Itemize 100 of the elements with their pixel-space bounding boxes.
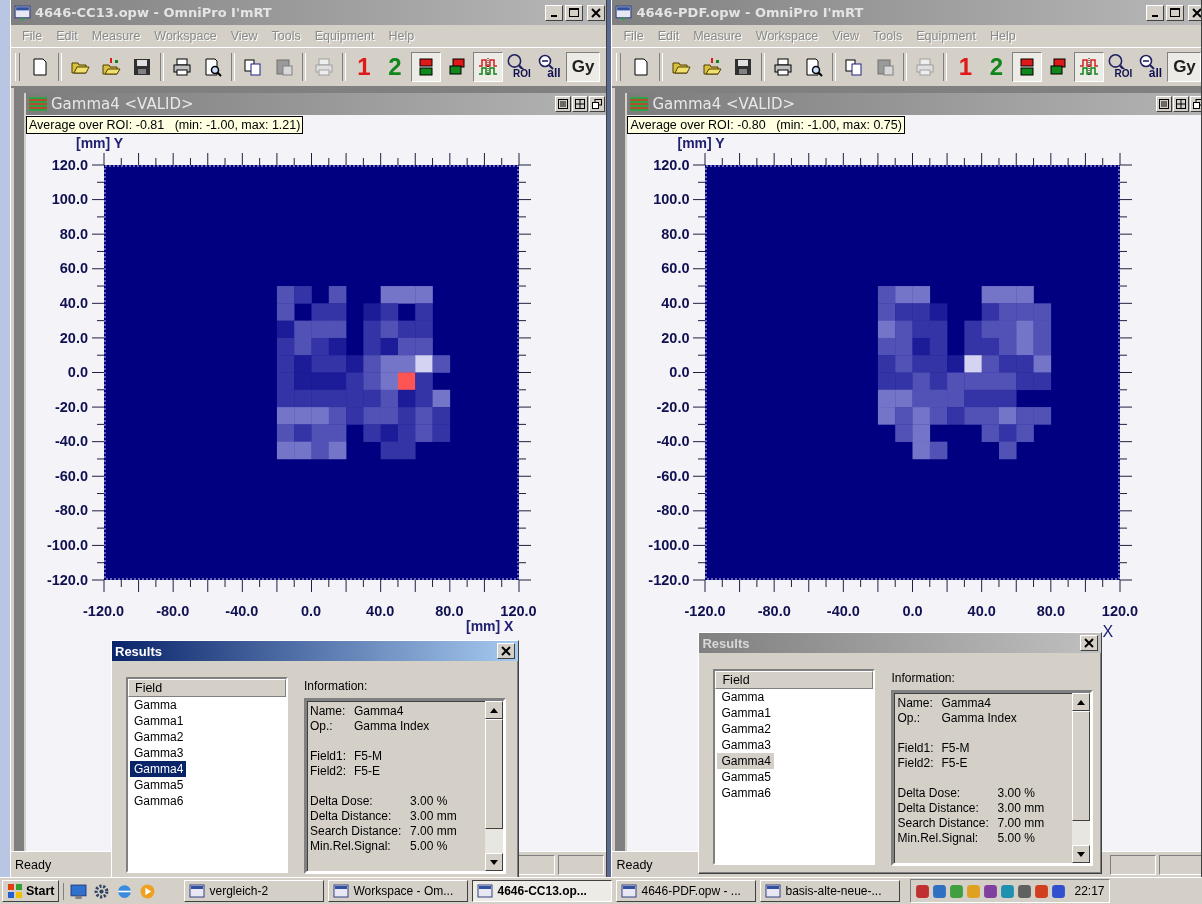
list-item[interactable]: Gamma3 [717, 737, 774, 753]
unit-button[interactable]: Gy [1167, 52, 1201, 82]
taskbar-button[interactable]: 4646-PDF.opw - ... [616, 880, 757, 902]
browser-icon[interactable] [116, 882, 134, 900]
x-tick-label: -120.0 [82, 603, 126, 620]
down-arrow-icon [490, 859, 498, 865]
restore-button[interactable] [589, 96, 605, 112]
maximize-button[interactable] [1166, 4, 1185, 21]
tray-icon[interactable] [983, 883, 999, 899]
list-item[interactable]: Gamma1 [130, 713, 187, 729]
list-item[interactable]: Gamma4 [130, 761, 187, 777]
y-axis-label: [mm] Y [76, 135, 125, 151]
maximize-button[interactable] [565, 4, 583, 21]
y-tick-label: -120.0 [647, 570, 690, 590]
minimize-icon [551, 14, 557, 17]
list-item[interactable]: Gamma5 [717, 769, 774, 785]
y-tick-label: -80.0 [655, 501, 690, 521]
gear-icon[interactable] [93, 882, 111, 900]
y-tick-label: 40.0 [660, 294, 690, 313]
split-view-button[interactable] [1012, 52, 1043, 82]
y-tick-label: -20.0 [655, 397, 690, 417]
info-value: 7.00 mm [410, 824, 457, 839]
list-view-button[interactable] [555, 96, 571, 112]
y-tick-label: -100.0 [647, 536, 690, 556]
x-tick-label: -40.0 [825, 603, 861, 620]
scrollbar[interactable] [1072, 693, 1091, 863]
grid-view-button[interactable] [1173, 96, 1190, 112]
scrollbar[interactable] [485, 701, 503, 871]
list-item[interactable]: Gamma4 [717, 753, 774, 769]
split-view-button[interactable] [411, 52, 441, 82]
info-label: Op.: [897, 711, 922, 726]
document-title: Gamma4 <VALID> [51, 95, 195, 113]
window-title: 4646-CC13.opw - OmniPro I'mRT [35, 5, 273, 20]
paste-icon [274, 57, 294, 77]
scroll-thumb[interactable] [1072, 711, 1091, 821]
unit-button[interactable]: Gy [566, 52, 600, 82]
scroll-thumb[interactable] [485, 719, 503, 829]
window-icon [189, 883, 206, 899]
scroll-down-button[interactable] [1072, 845, 1091, 863]
restore-icon [1193, 99, 1201, 109]
start-button[interactable]: Start [2, 880, 60, 902]
tray-icon[interactable] [932, 883, 948, 899]
list-item[interactable]: Gamma6 [717, 785, 774, 801]
grid-icon [1176, 99, 1187, 109]
scroll-up-button[interactable] [1072, 693, 1091, 711]
window-icon [621, 883, 638, 899]
tray-icon[interactable] [1017, 883, 1033, 899]
square-wave-icon [1079, 57, 1100, 77]
map-icon [29, 97, 47, 111]
overlapping-panels-icon [447, 57, 467, 77]
list-item[interactable]: Gamma2 [717, 721, 774, 737]
column-header[interactable]: Field [715, 671, 874, 689]
square-wave-icon [478, 57, 498, 77]
close-button[interactable] [587, 4, 605, 21]
roi-average-tooltip: Average over ROI: -0.81 (min: -1.00, max: 1.21) [26, 116, 304, 134]
taskbar-button[interactable]: 4646-CC13.op... [472, 880, 613, 902]
list-item[interactable]: Gamma6 [130, 793, 187, 809]
info-value: Gamma Index [354, 719, 430, 734]
printer-icon [314, 57, 334, 77]
tray-icon[interactable] [1051, 883, 1067, 899]
info-label: Field2: [310, 764, 348, 779]
zoom-all-button[interactable]: all [535, 52, 565, 82]
minimize-button[interactable] [1146, 4, 1165, 21]
zoom-out-icon [538, 54, 554, 70]
list-view-button[interactable] [1156, 96, 1173, 112]
y-tick-label: -40.0 [655, 432, 690, 452]
profile-view-button[interactable] [473, 52, 503, 82]
close-button[interactable] [1188, 4, 1201, 21]
up-arrow-icon [490, 707, 498, 713]
minimize-button[interactable] [545, 4, 563, 21]
folder-icon [702, 57, 723, 77]
column-header[interactable]: Field [128, 679, 286, 697]
list-item[interactable]: Gamma5 [130, 777, 187, 793]
close-button[interactable] [497, 643, 515, 659]
x-tick-label: 120.0 [500, 603, 538, 620]
close-button[interactable] [1080, 635, 1099, 651]
tray-icon[interactable] [1034, 883, 1050, 899]
x-tick-label: 0.0 [299, 603, 323, 620]
roi-button[interactable]: ROI [1105, 52, 1136, 82]
desktop-icon[interactable] [70, 882, 88, 900]
roi-button[interactable]: ROI [504, 52, 534, 82]
scroll-down-button[interactable] [485, 853, 503, 871]
list-item[interactable]: Gamma [130, 697, 180, 713]
info-label: Search Distance: [897, 816, 990, 831]
list-item[interactable]: Gamma [717, 689, 768, 705]
tray-icon[interactable] [915, 883, 931, 899]
zoom-all-button[interactable]: all [1136, 52, 1167, 82]
list-item[interactable]: Gamma1 [717, 705, 774, 721]
grid-view-button[interactable] [572, 96, 588, 112]
info-label: Delta Distance: [897, 801, 980, 816]
taskbar-button[interactable]: basis-alte-neue-... [760, 880, 901, 902]
profile-view-button[interactable] [1074, 52, 1105, 82]
list-item[interactable]: Gamma2 [130, 729, 187, 745]
close-icon [591, 7, 601, 18]
taskbar-button[interactable]: vergleich-2 [184, 880, 325, 902]
scroll-up-button[interactable] [485, 701, 503, 719]
info-value: Gamma Index [941, 711, 1017, 726]
list-item[interactable]: Gamma3 [130, 745, 187, 761]
info-label: Min.Rel.Signal: [897, 831, 980, 846]
taskbar-button[interactable]: Workspace - Om... [328, 880, 469, 902]
